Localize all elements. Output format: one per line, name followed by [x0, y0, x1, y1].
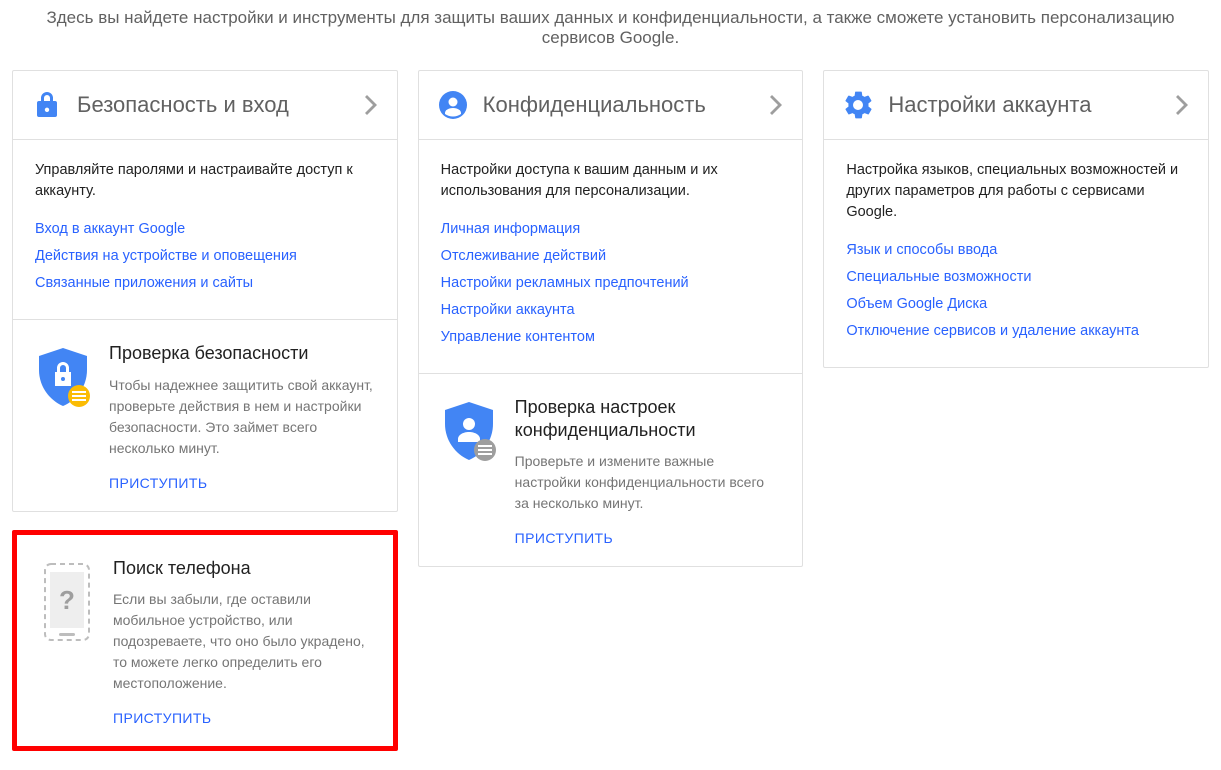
shield-lock-icon — [35, 342, 91, 491]
security-card: Безопасность и вход Управляйте паролями … — [12, 70, 398, 512]
security-checkup-title: Проверка безопасности — [109, 342, 375, 365]
account-desc: Настройка языков, специальных возможност… — [846, 160, 1186, 223]
page-intro: Здесь вы найдете настройки и инструменты… — [0, 0, 1221, 70]
chevron-right-icon — [1176, 95, 1188, 115]
account-body: Настройка языков, специальных возможност… — [824, 140, 1208, 367]
chevron-right-icon — [770, 95, 782, 115]
account-link-2[interactable]: Объем Google Диска — [846, 296, 987, 312]
privacy-link-3[interactable]: Настройки аккаунта — [441, 302, 575, 318]
security-header[interactable]: Безопасность и вход — [13, 71, 397, 140]
security-link-2[interactable]: Связанные приложения и сайты — [35, 275, 253, 291]
privacy-link-1[interactable]: Отслеживание действий — [441, 248, 606, 264]
security-link-1[interactable]: Действия на устройстве и оповещения — [35, 248, 297, 264]
shield-person-icon — [441, 396, 497, 546]
person-icon — [439, 91, 467, 119]
security-desc: Управляйте паролями и настраивайте досту… — [35, 160, 375, 202]
privacy-checkup-title: Проверка настроек конфиденциальности — [515, 396, 781, 441]
svg-text:?: ? — [59, 585, 75, 615]
privacy-link-4[interactable]: Управление контентом — [441, 329, 595, 345]
security-links: Вход в аккаунт Google Действия на устрой… — [35, 220, 375, 291]
findphone-desc: Если вы забыли, где оставили мобильное у… — [113, 589, 371, 694]
account-title: Настройки аккаунта — [888, 92, 1176, 118]
account-links: Язык и способы ввода Специальные возможн… — [846, 241, 1186, 339]
security-checkup-desc: Чтобы надежнее защитить свой аккаунт, пр… — [109, 375, 375, 459]
privacy-link-0[interactable]: Личная информация — [441, 221, 581, 237]
account-card: Настройки аккаунта Настройка языков, спе… — [823, 70, 1209, 368]
gear-icon — [844, 91, 872, 119]
findphone-action[interactable]: ПРИСТУПИТЬ — [113, 710, 211, 726]
privacy-link-2[interactable]: Настройки рекламных предпочтений — [441, 275, 689, 291]
security-link-0[interactable]: Вход в аккаунт Google — [35, 221, 185, 237]
privacy-desc: Настройки доступа к вашим данным и их ис… — [441, 160, 781, 202]
security-checkup: Проверка безопасности Чтобы надежнее защ… — [13, 319, 397, 511]
column-security: Безопасность и вход Управляйте паролями … — [12, 70, 398, 769]
findphone-card: ? Поиск телефона Если вы забыли, где ост… — [12, 530, 398, 752]
privacy-card: Конфиденциальность Настройки доступа к в… — [418, 70, 804, 567]
lock-icon — [33, 91, 61, 119]
privacy-body: Настройки доступа к вашим данным и их ис… — [419, 140, 803, 373]
findphone-section: ? Поиск телефона Если вы забыли, где ост… — [17, 535, 393, 747]
account-link-1[interactable]: Специальные возможности — [846, 269, 1031, 285]
privacy-header[interactable]: Конфиденциальность — [419, 71, 803, 140]
account-header[interactable]: Настройки аккаунта — [824, 71, 1208, 140]
privacy-checkup: Проверка настроек конфиденциальности Про… — [419, 373, 803, 566]
security-checkup-action[interactable]: ПРИСТУПИТЬ — [109, 475, 207, 491]
privacy-title: Конфиденциальность — [483, 92, 771, 118]
privacy-checkup-action[interactable]: ПРИСТУПИТЬ — [515, 530, 613, 546]
column-account: Настройки аккаунта Настройка языков, спе… — [823, 70, 1209, 769]
columns: Безопасность и вход Управляйте паролями … — [0, 70, 1221, 769]
privacy-links: Личная информация Отслеживание действий … — [441, 220, 781, 345]
account-link-0[interactable]: Язык и способы ввода — [846, 242, 997, 258]
security-title: Безопасность и вход — [77, 92, 365, 118]
security-body: Управляйте паролями и настраивайте досту… — [13, 140, 397, 319]
phone-question-icon: ? — [39, 557, 95, 727]
column-privacy: Конфиденциальность Настройки доступа к в… — [418, 70, 804, 769]
privacy-checkup-desc: Проверьте и измените важные настройки ко… — [515, 451, 781, 514]
account-link-3[interactable]: Отключение сервисов и удаление аккаунта — [846, 323, 1139, 339]
chevron-right-icon — [365, 95, 377, 115]
findphone-title: Поиск телефона — [113, 557, 371, 580]
